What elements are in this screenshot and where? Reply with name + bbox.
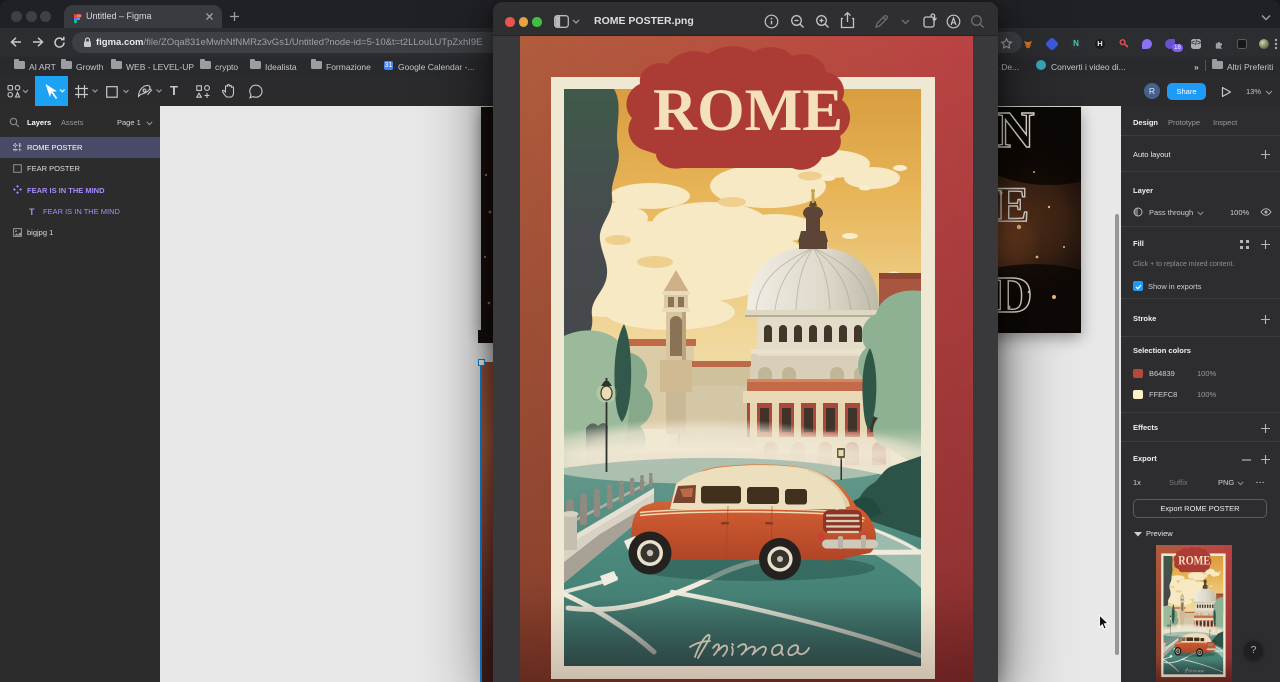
svg-text:N: N: [997, 107, 1035, 159]
svg-text:D: D: [995, 267, 1033, 324]
svg-text:E: E: [996, 176, 1029, 232]
